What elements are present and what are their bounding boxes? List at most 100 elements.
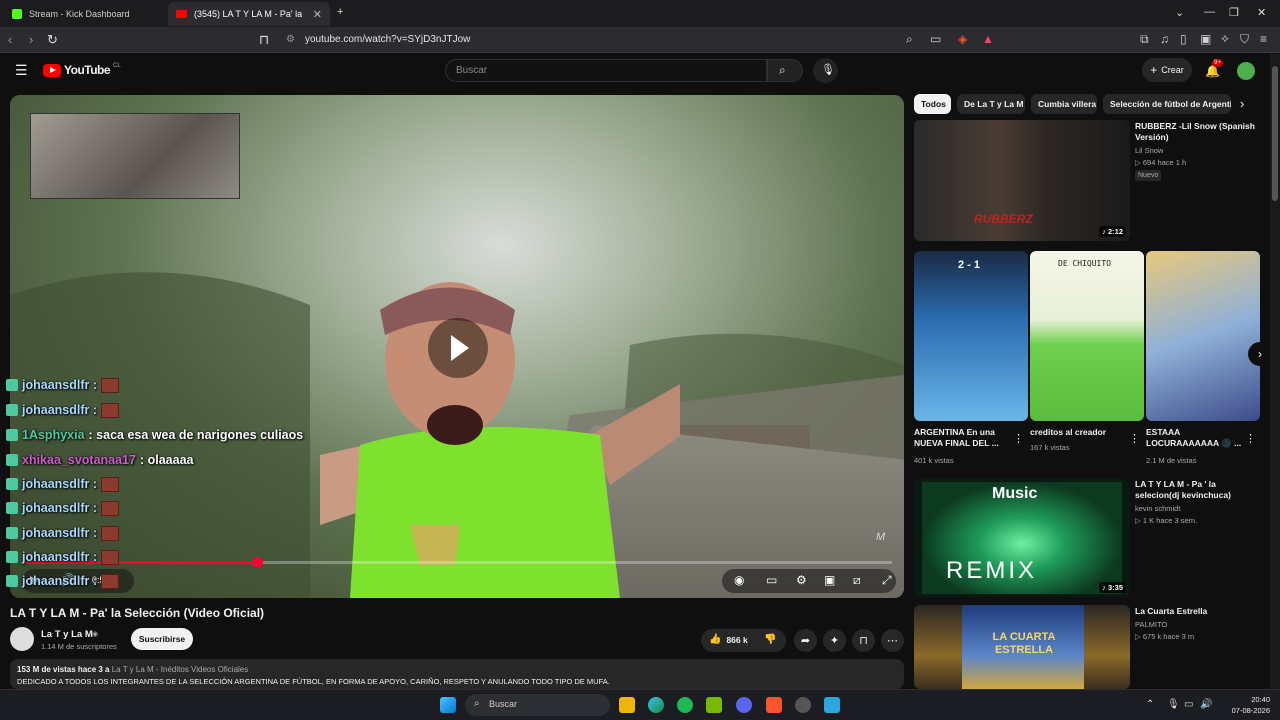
scrollbar-thumb[interactable]: [1272, 66, 1278, 201]
bookmark-icon[interactable]: ⊓: [259, 32, 269, 48]
nvidia-icon[interactable]: [706, 697, 722, 713]
mic-tray-icon[interactable]: 🎙: [1167, 699, 1180, 710]
speaker-icon[interactable]: 🔊: [1200, 699, 1212, 710]
subscribe-button[interactable]: Suscribirse: [131, 628, 193, 650]
like-button[interactable]: 👍 866 k: [709, 634, 748, 645]
channel-name[interactable]: La T y La M: [41, 629, 93, 640]
discord-icon[interactable]: [736, 697, 752, 713]
back-icon[interactable]: ‹: [8, 32, 12, 47]
thumb-text: DE CHIQUITO: [1058, 259, 1111, 268]
cast-icon[interactable]: ▭: [930, 32, 941, 46]
related-title-3[interactable]: La Cuarta Estrella: [1135, 606, 1260, 617]
brave-icon[interactable]: [766, 697, 782, 713]
related-title-1[interactable]: RUBBERZ -Lil Snow (Spanish Versión): [1135, 121, 1260, 143]
app-icon[interactable]: [824, 697, 840, 713]
fullscreen-icon[interactable]: ⤢: [882, 573, 892, 588]
wallet-icon[interactable]: ▣: [1200, 32, 1211, 46]
extensions-icon[interactable]: ⧉: [1140, 32, 1149, 47]
chip-todos[interactable]: Todos: [914, 94, 951, 114]
tab-kick-dashboard[interactable]: Stream - Kick Dashboard: [4, 2, 166, 26]
taskbar-clock[interactable]: 20:40 07-08-2026: [1215, 694, 1270, 716]
new-tab-icon[interactable]: +: [337, 6, 343, 18]
zoom-icon[interactable]: ⌕: [906, 32, 913, 47]
voice-search-button[interactable]: 🎙: [813, 58, 838, 83]
description-box[interactable]: 153 M de vistas hace 3 a La T y La M - I…: [10, 659, 904, 689]
more-actions-button[interactable]: ⋯: [881, 629, 904, 652]
short-more-icon[interactable]: ⋮: [1245, 432, 1256, 445]
share-button[interactable]: ➦: [794, 629, 817, 652]
maximize-icon[interactable]: ❐: [1229, 6, 1239, 19]
search-input[interactable]: Buscar: [445, 59, 767, 82]
forward-icon[interactable]: ›: [29, 32, 33, 47]
short-more-icon[interactable]: ⋮: [1013, 432, 1024, 445]
progress-bar[interactable]: [22, 557, 892, 568]
short-thumbnail-1[interactable]: 2 - 1: [914, 251, 1028, 421]
progress-scrubber[interactable]: [251, 557, 263, 568]
related-thumbnail-3[interactable]: LA CUARTA ESTRELLA: [914, 605, 1130, 689]
short-more-icon[interactable]: ⋮: [1129, 432, 1140, 445]
webcam-overlay: [30, 113, 240, 199]
related-thumbnail-1[interactable]: RUBBERZ ♪ 2:12: [914, 120, 1130, 241]
hamburger-menu-icon[interactable]: ☰: [15, 62, 28, 79]
video-player[interactable]: M ▶ 🔊 0:52 ◉ ▭ ⚙ ▣ ⧄ ⤢: [10, 95, 904, 598]
short-title-3[interactable]: ESTAAA LOCURAAAAAAA 🌑 ...: [1146, 427, 1242, 449]
short-title-2[interactable]: creditos al creador: [1030, 427, 1122, 438]
minimize-icon[interactable]: —: [1204, 6, 1215, 18]
leo-ai-icon[interactable]: ✧: [1220, 32, 1230, 46]
site-info-icon[interactable]: ⚙: [286, 34, 295, 45]
tab-search-icon[interactable]: ⌄: [1175, 6, 1184, 19]
short-thumbnail-3[interactable]: [1146, 251, 1260, 421]
url-field[interactable]: youtube.com/watch?v=SYjD3nJTJow: [305, 34, 470, 45]
related-thumbnail-2[interactable]: Music REMIX ♪ 3:35: [914, 479, 1130, 597]
chat-message: xhikaa_svotanaa17: olaaaaa: [6, 451, 193, 469]
brave-shields-icon[interactable]: ◈: [958, 32, 967, 46]
reload-icon[interactable]: ↻: [47, 32, 58, 48]
windows-start-icon[interactable]: [440, 697, 456, 713]
file-explorer-icon[interactable]: [619, 697, 635, 713]
subtitles-icon[interactable]: ▭: [766, 573, 777, 587]
vpn-shield-icon[interactable]: ⛉: [1240, 32, 1249, 47]
short-thumbnail-2[interactable]: DE CHIQUITO: [1030, 251, 1144, 421]
youtube-logo[interactable]: YouTube CL: [43, 63, 121, 77]
search-button[interactable]: ⌕: [767, 59, 803, 82]
channel-avatar[interactable]: [10, 627, 34, 651]
play-button[interactable]: [428, 318, 488, 378]
miniplayer-icon[interactable]: ▣: [824, 573, 835, 587]
short-title-1[interactable]: ARGENTINA En una NUEVA FINAL DEL ...: [914, 427, 1006, 449]
taskbar-search[interactable]: ⌕ Buscar: [465, 694, 610, 716]
chip-cumbia-villera[interactable]: Cumbia villera: [1031, 94, 1097, 114]
chips-next-icon[interactable]: ›: [1240, 96, 1244, 111]
obs-icon[interactable]: [795, 697, 811, 713]
related-title-2[interactable]: LA T Y LA M - Pa ' la selecion(dj kevinc…: [1135, 479, 1260, 501]
create-button[interactable]: + Crear: [1142, 58, 1192, 82]
page-scrollbar[interactable]: [1270, 54, 1280, 689]
related-channel-3[interactable]: PALMITO: [1135, 620, 1167, 629]
related-channel-2[interactable]: kevin schmidt: [1135, 504, 1180, 513]
chat-message: 1Asphyxia: saca esa wea de narigones cul…: [6, 426, 303, 444]
dislike-button[interactable]: 👎: [764, 634, 776, 645]
logo-country-code: CL: [113, 63, 121, 69]
edge-icon[interactable]: [648, 697, 664, 713]
menu-icon[interactable]: ≡: [1260, 32, 1267, 46]
close-window-icon[interactable]: ✕: [1257, 6, 1266, 19]
close-tab-icon[interactable]: ✕: [313, 8, 322, 21]
shorts-next-icon[interactable]: ›: [1248, 342, 1272, 366]
chip-de-la-t-y-la-m[interactable]: De La T y La M: [957, 94, 1025, 114]
chip-seleccion-argentina[interactable]: Selección de fútbol de Argentina: [1103, 94, 1231, 114]
music-icon[interactable]: ♫: [1160, 32, 1169, 46]
network-icon[interactable]: ▭: [1184, 699, 1193, 710]
brave-rewards-icon[interactable]: ▲: [982, 32, 994, 46]
autoplay-toggle-icon[interactable]: ◉: [734, 573, 744, 587]
cast-player-icon[interactable]: ⧄: [853, 573, 861, 588]
notifications-button[interactable]: 🔔 9+: [1205, 59, 1223, 80]
tray-chevron-icon[interactable]: ⌃: [1146, 699, 1154, 710]
related-channel-1[interactable]: Lil Snow: [1135, 146, 1163, 155]
avatar[interactable]: [1237, 62, 1255, 80]
ask-button[interactable]: ✦: [823, 629, 846, 652]
save-button[interactable]: ⊓: [852, 629, 875, 652]
settings-icon[interactable]: ⚙: [796, 573, 807, 587]
spotify-icon[interactable]: [677, 697, 693, 713]
description-hashtag[interactable]: La T y La M - Inéditos Videos Oficiales: [112, 665, 249, 674]
sidebar-icon[interactable]: ▯: [1180, 32, 1187, 46]
tab-youtube-video[interactable]: (3545) LA T Y LA M - Pa' la Se ✕: [168, 2, 330, 26]
